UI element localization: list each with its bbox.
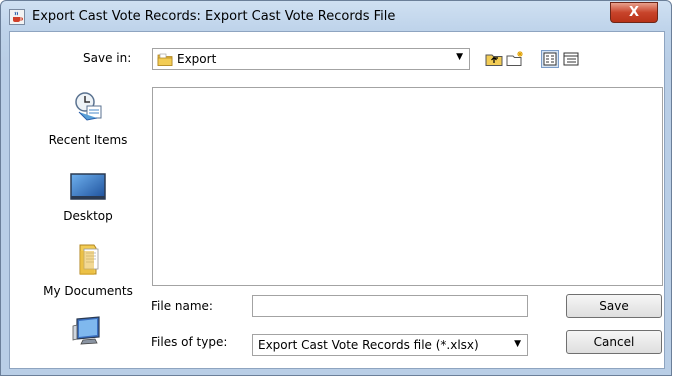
up-one-level-icon[interactable] xyxy=(485,50,503,68)
cancel-button[interactable]: Cancel xyxy=(566,330,662,354)
create-new-folder-icon[interactable] xyxy=(506,50,524,68)
save-in-value: Export xyxy=(177,52,217,66)
files-of-type-label: Files of type: xyxy=(151,335,228,349)
recent-items-icon xyxy=(71,92,105,129)
places-bar: Recent Items Desktop My Documents xyxy=(34,87,142,368)
file-name-label: File name: xyxy=(151,299,213,313)
place-computer[interactable] xyxy=(34,314,142,351)
window-title: Export Cast Vote Records: Export Cast Vo… xyxy=(32,9,396,24)
files-of-type-value: Export Cast Vote Records file (*.xlsx) xyxy=(258,338,479,352)
desktop-icon xyxy=(69,173,107,205)
place-desktop[interactable]: Desktop xyxy=(34,168,142,223)
java-cup-icon xyxy=(9,9,25,25)
close-button[interactable]: X xyxy=(610,2,658,23)
file-list-pane[interactable] xyxy=(152,87,663,286)
folder-icon xyxy=(157,51,173,70)
chevron-down-icon[interactable]: ▼ xyxy=(456,52,463,62)
file-name-input[interactable] xyxy=(252,295,528,317)
computer-icon xyxy=(69,316,107,351)
save-in-label: Save in: xyxy=(83,51,132,65)
save-in-combo[interactable]: Export ▼ xyxy=(152,48,470,70)
my-documents-icon xyxy=(71,244,105,280)
place-label: Recent Items xyxy=(48,133,128,147)
place-my-documents[interactable]: My Documents xyxy=(34,241,142,298)
place-label: My Documents xyxy=(43,284,133,298)
list-view-icon[interactable] xyxy=(541,50,559,68)
files-of-type-combo[interactable]: Export Cast Vote Records file (*.xlsx) ▼ xyxy=(252,334,528,356)
place-recent-items[interactable]: Recent Items xyxy=(34,90,142,147)
save-button[interactable]: Save xyxy=(566,294,662,318)
place-label: Desktop xyxy=(63,209,113,223)
chevron-down-icon[interactable]: ▼ xyxy=(514,339,521,349)
details-view-icon[interactable] xyxy=(562,50,580,68)
